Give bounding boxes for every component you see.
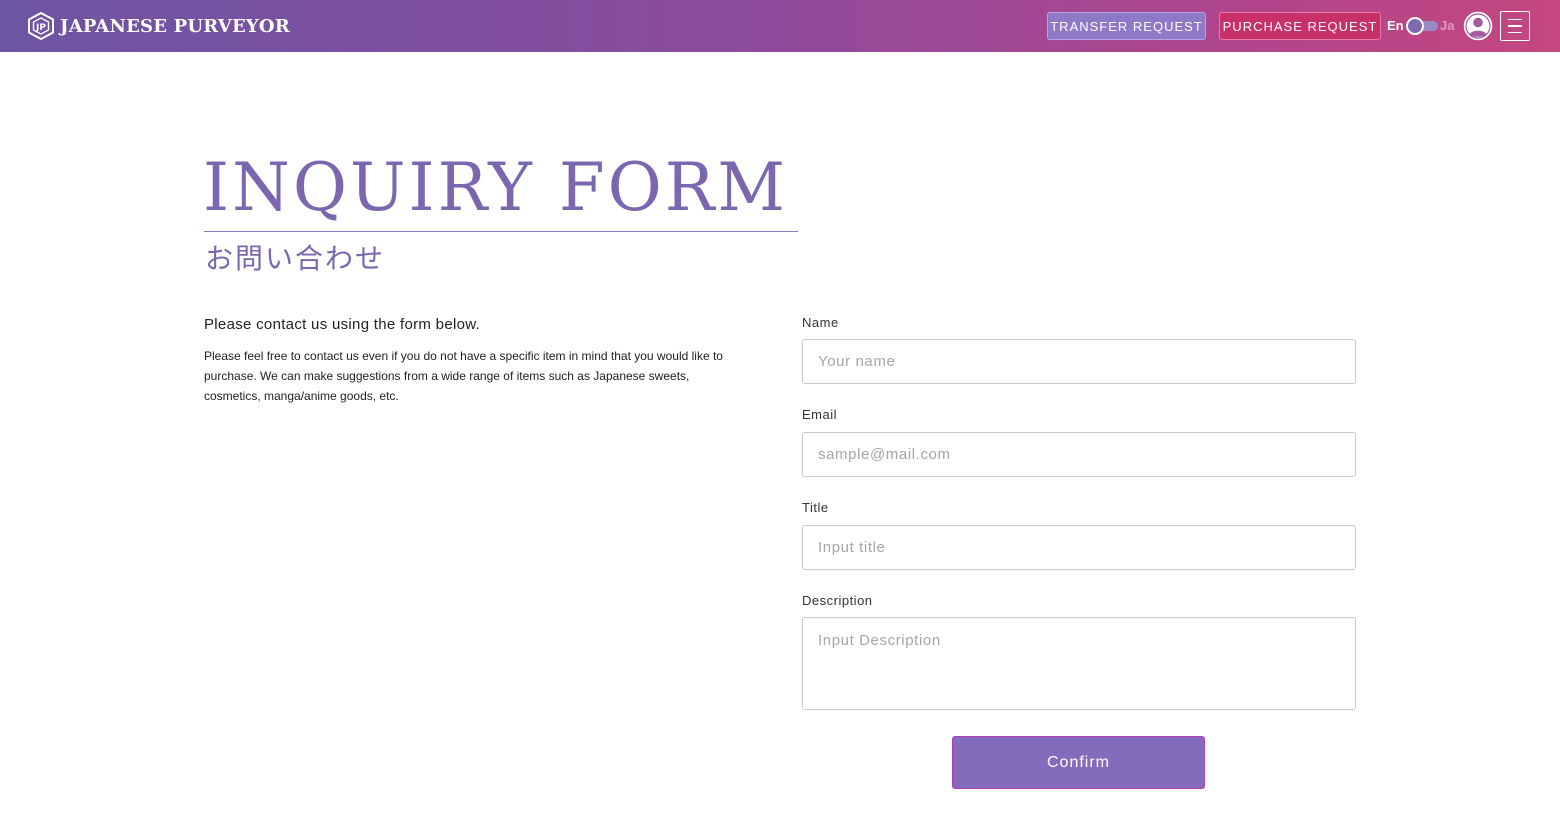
language-label-ja: Ja: [1440, 18, 1455, 33]
user-avatar-icon[interactable]: [1463, 11, 1493, 41]
hamburger-menu-icon[interactable]: [1500, 11, 1530, 41]
name-label: Name: [802, 315, 839, 330]
title-label: Title: [802, 500, 829, 515]
name-input[interactable]: [802, 339, 1356, 384]
intro-body-text: Please feel free to contact us even if y…: [204, 349, 723, 403]
top-navigation-bar: JP JAPANESE PURVEYOR TRANSFER REQUEST PU…: [0, 0, 1560, 52]
description-textarea[interactable]: [802, 617, 1356, 710]
page-title: INQUIRY FORM: [203, 149, 789, 226]
intro-lead-text: Please contact us using the form below.: [204, 316, 481, 333]
description-label: Description: [802, 593, 873, 608]
language-toggle-thumb: [1406, 17, 1424, 35]
language-label-en: En: [1387, 18, 1404, 33]
brand-logo-icon: JP: [28, 12, 54, 40]
language-toggle[interactable]: [1406, 17, 1438, 35]
confirm-button[interactable]: Confirm: [952, 736, 1205, 789]
email-input[interactable]: [802, 432, 1356, 477]
menu-line: [1508, 25, 1522, 27]
title-divider: [204, 231, 798, 232]
brand-name: JAPANESE PURVEYOR: [60, 15, 290, 37]
purchase-request-button[interactable]: PURCHASE REQUEST: [1219, 12, 1381, 40]
menu-line: [1508, 18, 1522, 21]
page-subtitle-japanese: お問い合わせ: [205, 242, 386, 275]
svg-text:JP: JP: [35, 23, 46, 33]
brand-home-link[interactable]: JP JAPANESE PURVEYOR: [28, 12, 290, 40]
menu-line: [1508, 31, 1522, 34]
title-input[interactable]: [802, 525, 1356, 570]
email-label: Email: [802, 407, 838, 422]
transfer-request-button[interactable]: TRANSFER REQUEST: [1047, 12, 1206, 40]
